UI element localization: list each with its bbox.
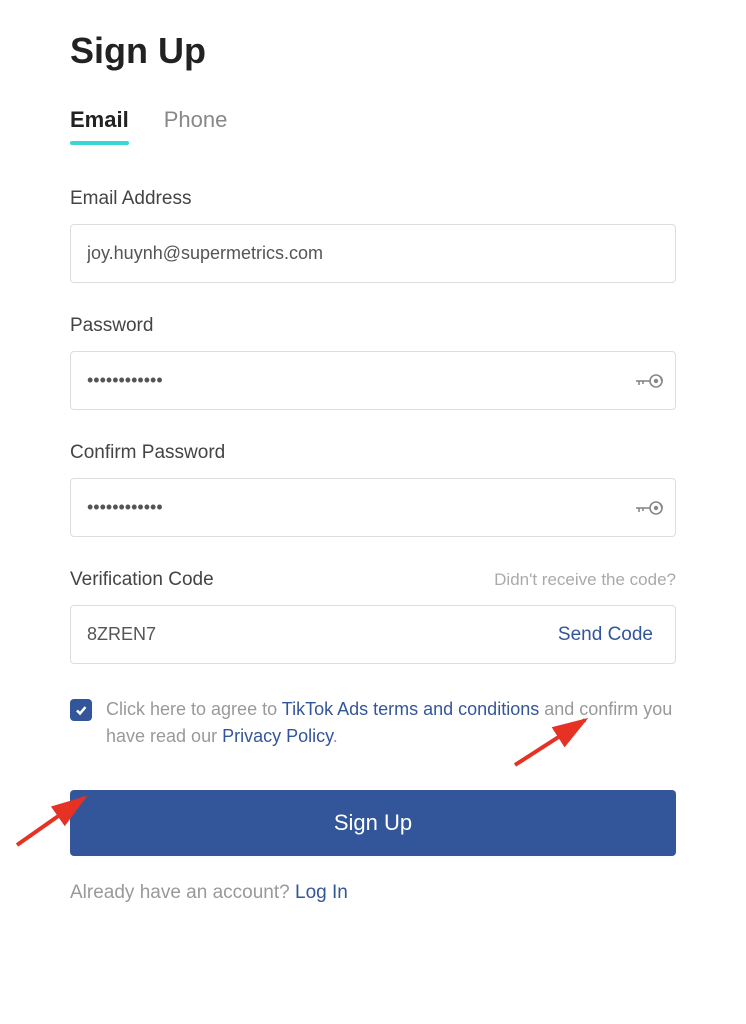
email-input[interactable] (70, 224, 676, 283)
privacy-policy-link[interactable]: Privacy Policy (222, 726, 333, 746)
page-title: Sign Up (70, 30, 676, 72)
email-field-group: Email Address (70, 188, 676, 283)
verification-input[interactable] (71, 606, 536, 663)
confirm-password-input[interactable] (70, 478, 676, 537)
password-field-group: Password (70, 315, 676, 410)
verification-field-group: Verification Code Didn't receive the cod… (70, 569, 676, 664)
signup-button[interactable]: Sign Up (70, 790, 676, 856)
agree-text: Click here to agree to TikTok Ads terms … (106, 696, 676, 750)
resend-hint[interactable]: Didn't receive the code? (494, 570, 676, 590)
confirm-password-label: Confirm Password (70, 442, 676, 464)
auth-tabs: Email Phone (70, 107, 676, 143)
login-prefix: Already have an account? (70, 882, 295, 903)
agree-suffix: . (333, 726, 338, 746)
password-label: Password (70, 315, 676, 337)
key-icon (634, 370, 664, 392)
email-label: Email Address (70, 188, 676, 210)
check-icon (75, 704, 87, 716)
confirm-password-field-group: Confirm Password (70, 442, 676, 537)
tab-phone[interactable]: Phone (164, 107, 228, 143)
agree-row: Click here to agree to TikTok Ads terms … (70, 696, 676, 750)
agree-prefix: Click here to agree to (106, 699, 282, 719)
login-link[interactable]: Log In (295, 882, 348, 903)
verification-label: Verification Code (70, 569, 214, 591)
agree-checkbox[interactable] (70, 699, 92, 721)
login-row: Already have an account? Log In (70, 882, 676, 904)
password-input[interactable] (70, 351, 676, 410)
send-code-button[interactable]: Send Code (536, 606, 675, 663)
key-icon (634, 497, 664, 519)
tab-email[interactable]: Email (70, 107, 129, 143)
terms-link[interactable]: TikTok Ads terms and conditions (282, 699, 539, 719)
